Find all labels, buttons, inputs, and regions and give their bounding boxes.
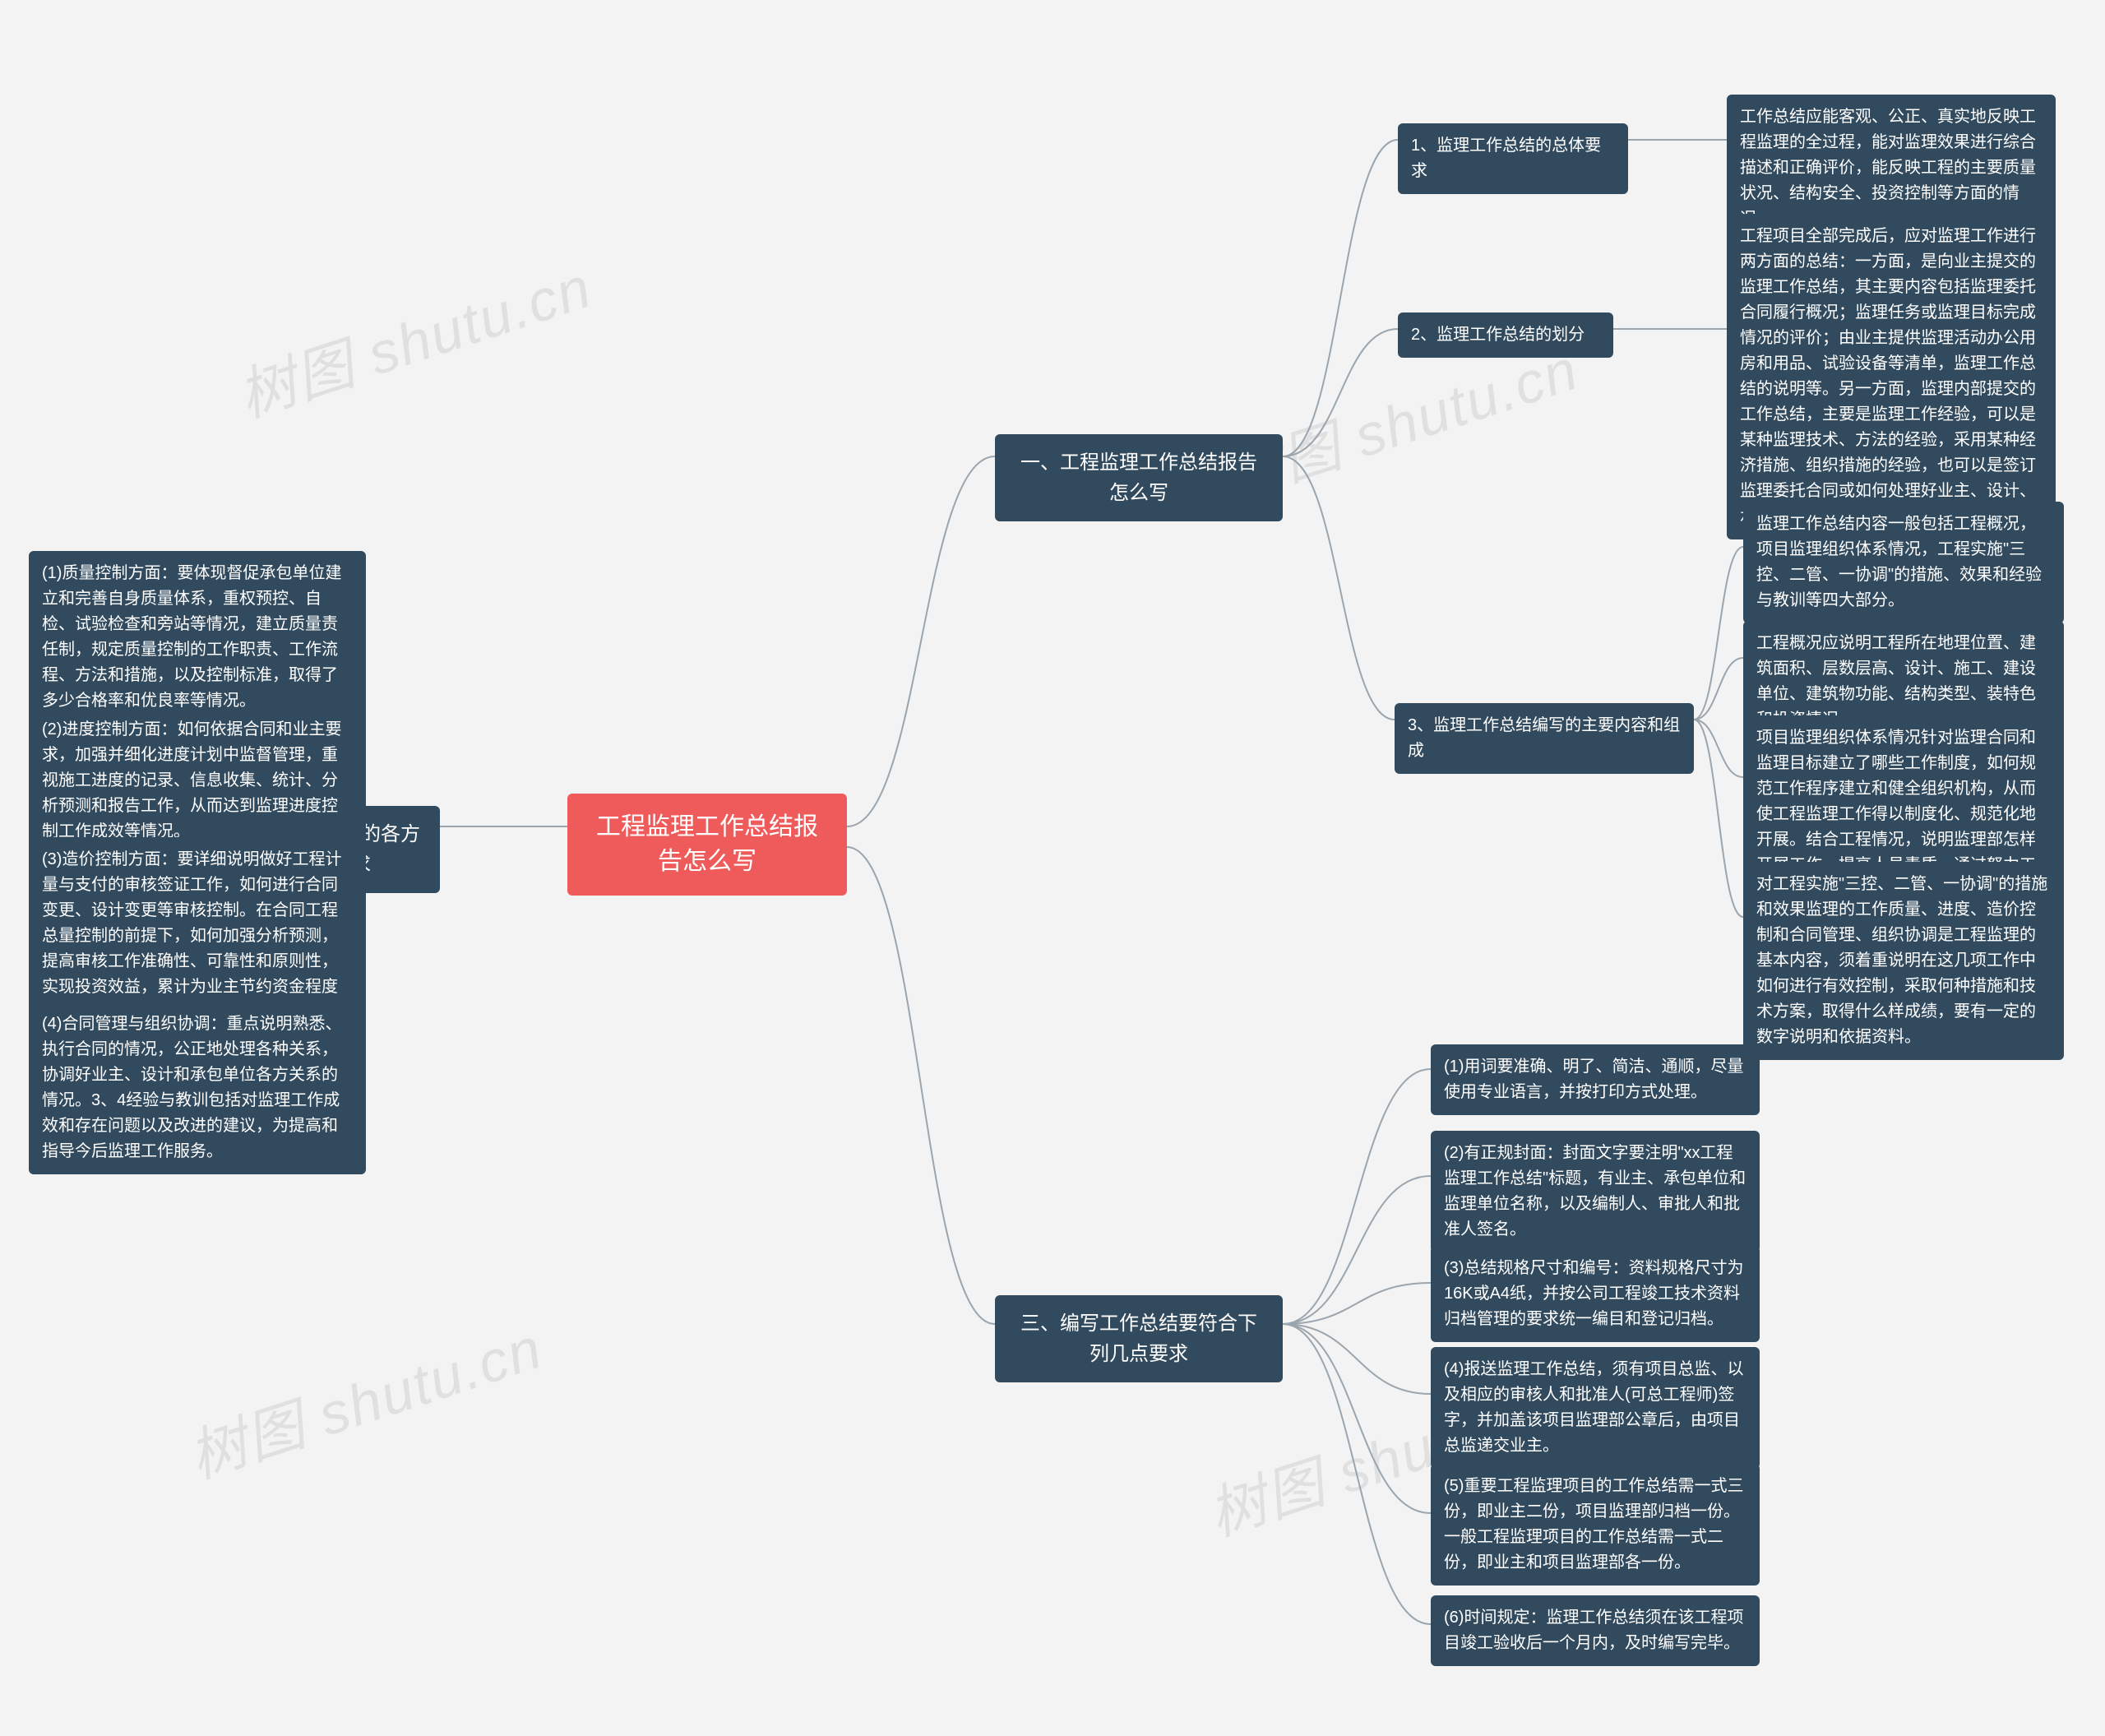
leaf-b3-1[interactable]: (1)用词要准确、明了、简洁、通顺，尽量使用专业语言，并按打印方式处理。 <box>1431 1044 1760 1115</box>
leaf-b3-4[interactable]: (4)报送监理工作总结，须有项目总监、以及相应的审核人和批准人(可总工程师)签字… <box>1431 1347 1760 1469</box>
leaf-b3-6[interactable]: (6)时间规定：监理工作总结须在该工程项目竣工验收后一个月内，及时编写完毕。 <box>1431 1595 1760 1666</box>
watermark: 树图 shutu.cn <box>177 1303 551 1495</box>
leaf-b3-3[interactable]: (3)总结规格尺寸和编号：资料规格尺寸为16K或A4纸，并按公司工程竣工技术资料… <box>1431 1246 1760 1342</box>
branch-1-sub-1[interactable]: 1、监理工作总结的总体要求 <box>1398 123 1628 194</box>
leaf-b1-3d[interactable]: 对工程实施"三控、二管、一协调"的措施和效果监理的工作质量、进度、造价控制和合同… <box>1743 862 2064 1060</box>
leaf-b2-2[interactable]: (2)进度控制方面：如何依据合同和业主要求，加强并细化进度计划中监督管理，重视施… <box>29 707 366 854</box>
leaf-b3-5[interactable]: (5)重要工程监理项目的工作总结需一式三份，即业主二份，项目监理部归档一份。一般… <box>1431 1464 1760 1586</box>
branch-3[interactable]: 三、编写工作总结要符合下列几点要求 <box>995 1295 1283 1382</box>
branch-1[interactable]: 一、工程监理工作总结报告怎么写 <box>995 434 1283 521</box>
watermark: 树图 shutu.cn <box>226 242 600 434</box>
leaf-b2-4[interactable]: (4)合同管理与组织协调：重点说明熟悉、执行合同的情况，公正地处理各种关系，协调… <box>29 1002 366 1174</box>
mindmap-canvas: 树图 shutu.cn 树图 shutu.cn 树图 shutu.cn 树图 s… <box>0 0 2105 1736</box>
leaf-b1-2[interactable]: 工程项目全部完成后，应对监理工作进行两方面的总结：一方面，是向业主提交的监理工作… <box>1727 214 2056 539</box>
root-node[interactable]: 工程监理工作总结报告怎么写 <box>567 794 847 896</box>
leaf-b3-2[interactable]: (2)有正规封面：封面文字要注明"xx工程监理工作总结"标题，有业主、承包单位和… <box>1431 1131 1760 1252</box>
branch-1-sub-2[interactable]: 2、监理工作总结的划分 <box>1398 312 1613 358</box>
leaf-b1-3a[interactable]: 监理工作总结内容一般包括工程概况，项目监理组织体系情况，工程实施"三控、二管、一… <box>1743 502 2064 623</box>
leaf-b2-1[interactable]: (1)质量控制方面：要体现督促承包单位建立和完善自身质量体系，重权预控、自检、试… <box>29 551 366 724</box>
branch-1-sub-3[interactable]: 3、监理工作总结编写的主要内容和组成 <box>1395 703 1694 774</box>
